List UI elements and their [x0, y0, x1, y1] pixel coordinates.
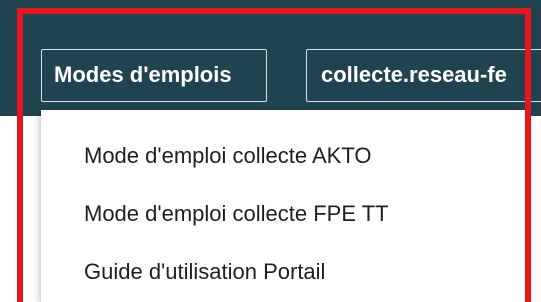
top-navigation-bar: Modes d'emplois collecte.reseau-fe: [0, 0, 541, 116]
dropdown-item-fpe-tt-guide[interactable]: Mode d'emploi collecte FPE TT: [84, 201, 389, 227]
dropdown-item-akto-guide[interactable]: Mode d'emploi collecte AKTO: [84, 143, 372, 169]
modes-emplois-dropdown-menu: Mode d'emploi collecte AKTO Mode d'emplo…: [41, 110, 527, 302]
dropdown-item-portail-guide[interactable]: Guide d'utilisation Portail: [84, 259, 325, 285]
modes-emplois-menu-button[interactable]: Modes d'emplois: [41, 49, 267, 102]
collecte-reseau-link-button[interactable]: collecte.reseau-fe: [306, 49, 541, 102]
screenshot-stage: Modes d'emplois collecte.reseau-fe Mode …: [0, 0, 541, 302]
